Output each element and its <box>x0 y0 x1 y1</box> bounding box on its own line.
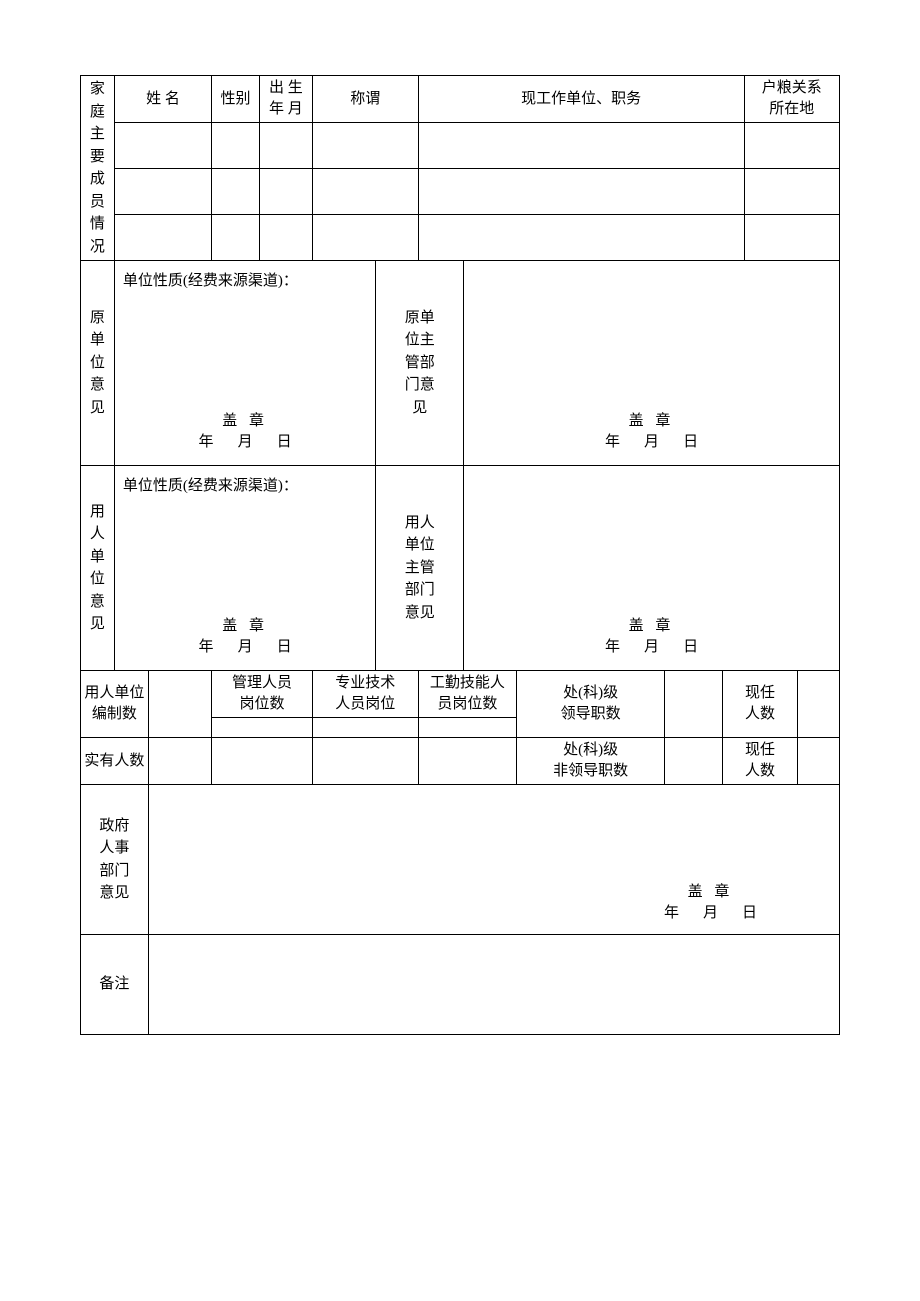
family-row-2 <box>81 169 840 215</box>
fam3-birth[interactable] <box>259 215 312 261</box>
th-workunit: 现工作单位、职务 <box>418 76 744 123</box>
chuke-lead-label: 处(科)级领导职数 <box>517 671 665 738</box>
emp-sup-stamp-block: 盖 章 年月日 <box>464 616 839 658</box>
orig-unit-stamp-block: 盖 章 年月日 <box>115 411 375 453</box>
emp-opinion-row: 用人单位意见 单位性质(经费来源渠道)： 盖 章 年月日 用人单位主管部门意见 … <box>81 466 840 671</box>
emp-sup-opinion[interactable]: 盖 章 年月日 <box>464 466 840 671</box>
actual-val[interactable] <box>148 738 212 785</box>
orig-unit-nature: 单位性质(经费来源渠道)： <box>123 271 367 292</box>
orig-unit-opinion[interactable]: 单位性质(经费来源渠道)： 盖 章 年月日 <box>114 261 375 466</box>
orig-unit-label: 原单位意见 <box>81 261 115 466</box>
fam2-birth[interactable] <box>259 169 312 215</box>
gov-opinion-row: 政府人事部门意见 盖 章 年月日 <box>81 785 840 935</box>
th-birth: 出 生年 月 <box>259 76 312 123</box>
fam2-workunit[interactable] <box>418 169 744 215</box>
bianzhi-val[interactable] <box>148 671 212 738</box>
th-name: 姓 名 <box>114 76 211 123</box>
emp-sup-label: 用人单位主管部门意见 <box>376 466 464 671</box>
family-row-3 <box>81 215 840 261</box>
actual-label: 实有人数 <box>81 738 149 785</box>
fam3-workunit[interactable] <box>418 215 744 261</box>
tech-label: 专业技术人员岗位 <box>312 671 418 718</box>
orig-sup-label: 原单位主管部门意见 <box>376 261 464 466</box>
fam2-gender[interactable] <box>212 169 260 215</box>
orig-sup-opinion[interactable]: 盖 章 年月日 <box>464 261 840 466</box>
emp-unit-stamp-block: 盖 章 年月日 <box>115 616 375 658</box>
fam2-name[interactable] <box>114 169 211 215</box>
staff-actual-row: 实有人数 处(科)级非领导职数 现任人数 <box>81 738 840 785</box>
fam3-gender[interactable] <box>212 215 260 261</box>
current2-val[interactable] <box>797 738 839 785</box>
tech-h-val[interactable] <box>312 718 418 738</box>
fam1-workunit[interactable] <box>418 123 744 169</box>
mgmt-label: 管理人员岗位数 <box>212 671 313 718</box>
fam3-hukou[interactable] <box>744 215 839 261</box>
orig-sup-stamp-block: 盖 章 年月日 <box>464 411 839 453</box>
current1-label: 现任人数 <box>723 671 797 738</box>
mgmt-a-val[interactable] <box>212 738 313 785</box>
staff-header-row: 用人单位编制数 管理人员岗位数 专业技术人员岗位 工勤技能人员岗位数 处(科)级… <box>81 671 840 718</box>
fam2-hukou[interactable] <box>744 169 839 215</box>
stamp-text: 盖 章 <box>115 411 375 432</box>
fam3-relation[interactable] <box>312 215 418 261</box>
fam1-gender[interactable] <box>212 123 260 169</box>
emp-unit-nature: 单位性质(经费来源渠道)： <box>123 476 367 497</box>
skill-a-val[interactable] <box>418 738 516 785</box>
remark-row: 备注 <box>81 935 840 1035</box>
th-relation: 称谓 <box>312 76 418 123</box>
fam2-relation[interactable] <box>312 169 418 215</box>
family-header-row: 家庭主要成员情况 姓 名 性别 出 生年 月 称谓 现工作单位、职务 户粮关系所… <box>81 76 840 123</box>
gov-stamp-block: 盖 章 年月日 <box>652 882 769 924</box>
fam1-birth[interactable] <box>259 123 312 169</box>
th-gender: 性别 <box>212 76 260 123</box>
stamp-text: 盖 章 <box>652 882 769 903</box>
chuke-nonlead-val[interactable] <box>665 738 723 785</box>
th-hukou: 户粮关系所在地 <box>744 76 839 123</box>
family-section-label: 家庭主要成员情况 <box>81 76 115 261</box>
stamp-text: 盖 章 <box>115 616 375 637</box>
current1-val[interactable] <box>797 671 839 738</box>
form-table: 家庭主要成员情况 姓 名 性别 出 生年 月 称谓 现工作单位、职务 户粮关系所… <box>80 75 840 1035</box>
current2-label: 现任人数 <box>723 738 797 785</box>
stamp-text: 盖 章 <box>464 616 839 637</box>
skill-h-val[interactable] <box>418 718 516 738</box>
bianzhi-label: 用人单位编制数 <box>81 671 149 738</box>
family-row-1 <box>81 123 840 169</box>
remark-label: 备注 <box>81 935 149 1035</box>
chuke-nonlead-label: 处(科)级非领导职数 <box>517 738 665 785</box>
emp-unit-opinion[interactable]: 单位性质(经费来源渠道)： 盖 章 年月日 <box>114 466 375 671</box>
remark-value[interactable] <box>148 935 839 1035</box>
gov-label: 政府人事部门意见 <box>81 785 149 935</box>
tech-a-val[interactable] <box>312 738 418 785</box>
mgmt-h-val[interactable] <box>212 718 313 738</box>
fam1-hukou[interactable] <box>744 123 839 169</box>
skill-label: 工勤技能人员岗位数 <box>418 671 516 718</box>
chuke-lead-val[interactable] <box>665 671 723 738</box>
gov-opinion[interactable]: 盖 章 年月日 <box>148 785 839 935</box>
fam3-name[interactable] <box>114 215 211 261</box>
stamp-text: 盖 章 <box>464 411 839 432</box>
fam1-relation[interactable] <box>312 123 418 169</box>
emp-unit-label: 用人单位意见 <box>81 466 115 671</box>
fam1-name[interactable] <box>114 123 211 169</box>
orig-opinion-row: 原单位意见 单位性质(经费来源渠道)： 盖 章 年月日 原单位主管部门意见 盖 … <box>81 261 840 466</box>
